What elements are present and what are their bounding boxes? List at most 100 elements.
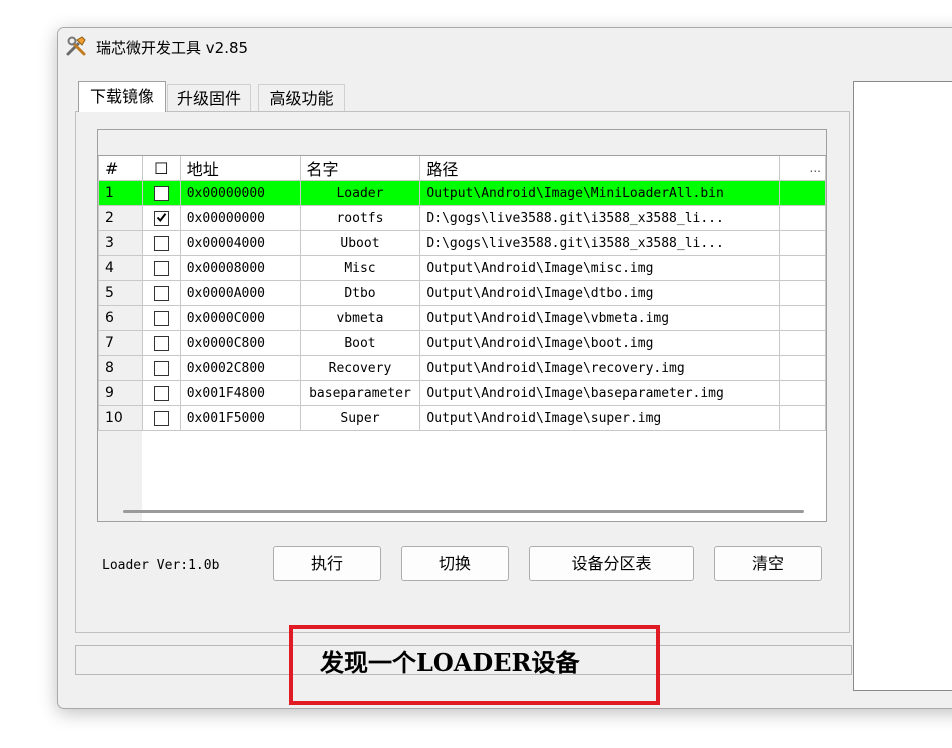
row-name[interactable]: baseparameter bbox=[299, 380, 421, 406]
row-path[interactable]: Output\Android\Image\baseparameter.img bbox=[419, 380, 781, 406]
log-panel[interactable] bbox=[853, 81, 952, 691]
row-address[interactable]: 0x0000C800 bbox=[179, 330, 301, 356]
row-address[interactable]: 0x00008000 bbox=[179, 255, 301, 281]
row-path[interactable]: Output\Android\Image\MiniLoaderAll.bin bbox=[419, 180, 781, 206]
row-address[interactable]: 0x0000A000 bbox=[179, 280, 301, 306]
row-path[interactable]: Output\Android\Image\boot.img bbox=[419, 330, 781, 356]
row-checkbox-cell[interactable] bbox=[141, 205, 181, 231]
clear-button[interactable]: 清空 bbox=[714, 546, 822, 581]
row-more[interactable] bbox=[779, 280, 826, 306]
row-address[interactable]: 0x0000C000 bbox=[179, 305, 301, 331]
row-checkbox[interactable] bbox=[153, 185, 169, 201]
horizontal-scrollbar[interactable] bbox=[123, 510, 804, 513]
row-path[interactable]: Output\Android\Image\dtbo.img bbox=[419, 280, 781, 306]
row-number: 10 bbox=[98, 405, 143, 431]
row-more[interactable] bbox=[779, 330, 826, 356]
row-checkbox[interactable] bbox=[153, 335, 169, 351]
row-checkbox-cell[interactable] bbox=[141, 380, 181, 406]
row-checkbox-cell[interactable] bbox=[141, 280, 181, 306]
tab-download-image[interactable]: 下载镜像 bbox=[78, 81, 166, 112]
row-path[interactable]: D:\gogs\live3588.git\i3588_x3588_li... bbox=[419, 230, 781, 256]
row-address[interactable]: 0x001F5000 bbox=[179, 405, 301, 431]
row-name[interactable]: Boot bbox=[299, 330, 421, 356]
row-address[interactable]: 0x001F4800 bbox=[179, 380, 301, 406]
table-row[interactable]: 3 0x00004000 Uboot D:\gogs\live3588.git\i35… bbox=[98, 230, 826, 256]
row-number: 6 bbox=[98, 305, 143, 331]
table-row[interactable]: 7 0x0000C800 Boot Output\Android\Image\boot… bbox=[98, 330, 826, 356]
col-header-more[interactable]: ... bbox=[779, 156, 826, 181]
loader-version: Loader Ver:1.0b bbox=[102, 558, 220, 573]
table-row[interactable]: 6 0x0000C000 vbmeta Output\Android\Image\vb… bbox=[98, 305, 826, 331]
row-checkbox[interactable] bbox=[153, 235, 169, 251]
row-checkbox[interactable] bbox=[153, 260, 169, 276]
table-row[interactable]: 9 0x001F4800 baseparameter Output\Android\I… bbox=[98, 380, 826, 406]
row-more[interactable] bbox=[779, 305, 826, 331]
row-path[interactable]: Output\Android\Image\vbmeta.img bbox=[419, 305, 781, 331]
row-more[interactable] bbox=[779, 405, 826, 431]
table-row[interactable]: 5 0x0000A000 Dtbo Output\Android\Image\dtbo… bbox=[98, 280, 826, 306]
row-path[interactable]: Output\Android\Image\recovery.img bbox=[419, 355, 781, 381]
partition-table-button[interactable]: 设备分区表 bbox=[529, 546, 694, 581]
status-highlight-box bbox=[289, 625, 660, 705]
row-more[interactable] bbox=[779, 205, 826, 231]
row-number: 3 bbox=[98, 230, 143, 256]
row-address[interactable]: 0x00004000 bbox=[179, 230, 301, 256]
col-header-name[interactable]: 名字 bbox=[299, 156, 421, 181]
run-button[interactable]: 执行 bbox=[273, 546, 381, 581]
table-row[interactable]: 4 0x00008000 Misc Output\Android\Image\misc… bbox=[98, 255, 826, 281]
row-checkbox-cell[interactable] bbox=[141, 305, 181, 331]
row-number: 7 bbox=[98, 330, 143, 356]
row-checkbox-cell[interactable] bbox=[141, 180, 181, 206]
row-more[interactable] bbox=[779, 380, 826, 406]
row-checkbox[interactable] bbox=[153, 410, 169, 426]
row-checkbox-cell[interactable] bbox=[141, 330, 181, 356]
row-path[interactable]: Output\Android\Image\misc.img bbox=[419, 255, 781, 281]
row-more[interactable] bbox=[779, 255, 826, 281]
row-address[interactable]: 0x0002C800 bbox=[179, 355, 301, 381]
row-checkbox-cell[interactable] bbox=[141, 230, 181, 256]
row-path[interactable]: D:\gogs\live3588.git\i3588_x3588_li... bbox=[419, 205, 781, 231]
row-checkbox-cell[interactable] bbox=[141, 355, 181, 381]
row-checkbox[interactable] bbox=[153, 385, 169, 401]
row-number: 1 bbox=[98, 180, 143, 206]
row-more[interactable] bbox=[779, 355, 826, 381]
row-name[interactable]: Misc bbox=[299, 255, 421, 281]
col-header-path[interactable]: 路径 bbox=[419, 156, 781, 181]
row-checkbox[interactable] bbox=[153, 310, 169, 326]
grid-header-bar bbox=[98, 130, 826, 156]
table-row[interactable]: 10 0x001F5000 Super Output\Android\Image\su… bbox=[98, 405, 826, 431]
table-row[interactable]: 2 0x00000000 rootfs D:\gogs\live3588.git\i3… bbox=[98, 205, 826, 231]
row-number: 5 bbox=[98, 280, 143, 306]
table-row[interactable]: 8 0x0002C800 Recovery Output\Android\Image\… bbox=[98, 355, 826, 381]
row-name[interactable]: Loader bbox=[299, 180, 421, 206]
row-path[interactable]: Output\Android\Image\super.img bbox=[419, 405, 781, 431]
row-checkbox[interactable] bbox=[153, 210, 169, 226]
image-list[interactable]: # ☐ 地址 名字 路径 ... 1 0x00000000 Loader Output… bbox=[97, 129, 827, 522]
col-header-address[interactable]: 地址 bbox=[179, 156, 301, 181]
row-number: 8 bbox=[98, 355, 143, 381]
row-name[interactable]: rootfs bbox=[299, 205, 421, 231]
col-header-num[interactable]: # bbox=[98, 156, 143, 181]
col-header-check[interactable]: ☐ bbox=[141, 156, 181, 181]
row-more[interactable] bbox=[779, 230, 826, 256]
row-more[interactable] bbox=[779, 180, 826, 206]
row-checkbox[interactable] bbox=[153, 285, 169, 301]
row-checkbox-cell[interactable] bbox=[141, 255, 181, 281]
row-number: 4 bbox=[98, 255, 143, 281]
switch-button[interactable]: 切换 bbox=[401, 546, 509, 581]
download-image-panel: # ☐ 地址 名字 路径 ... 1 0x00000000 Loader Output… bbox=[75, 111, 850, 633]
row-name[interactable]: Super bbox=[299, 405, 421, 431]
check-icon bbox=[156, 212, 167, 222]
row-number: 9 bbox=[98, 380, 143, 406]
row-checkbox[interactable] bbox=[153, 360, 169, 376]
row-name[interactable]: Recovery bbox=[299, 355, 421, 381]
row-name[interactable]: Uboot bbox=[299, 230, 421, 256]
row-address[interactable]: 0x00000000 bbox=[179, 205, 301, 231]
tab-upgrade-firmware[interactable]: 升级固件 bbox=[167, 84, 251, 112]
table-row[interactable]: 1 0x00000000 Loader Output\Android\Image\Mi… bbox=[98, 180, 826, 206]
row-name[interactable]: Dtbo bbox=[299, 280, 421, 306]
row-name[interactable]: vbmeta bbox=[299, 305, 421, 331]
tab-advanced[interactable]: 高级功能 bbox=[258, 84, 345, 112]
row-address[interactable]: 0x00000000 bbox=[179, 180, 301, 206]
row-checkbox-cell[interactable] bbox=[141, 405, 181, 431]
